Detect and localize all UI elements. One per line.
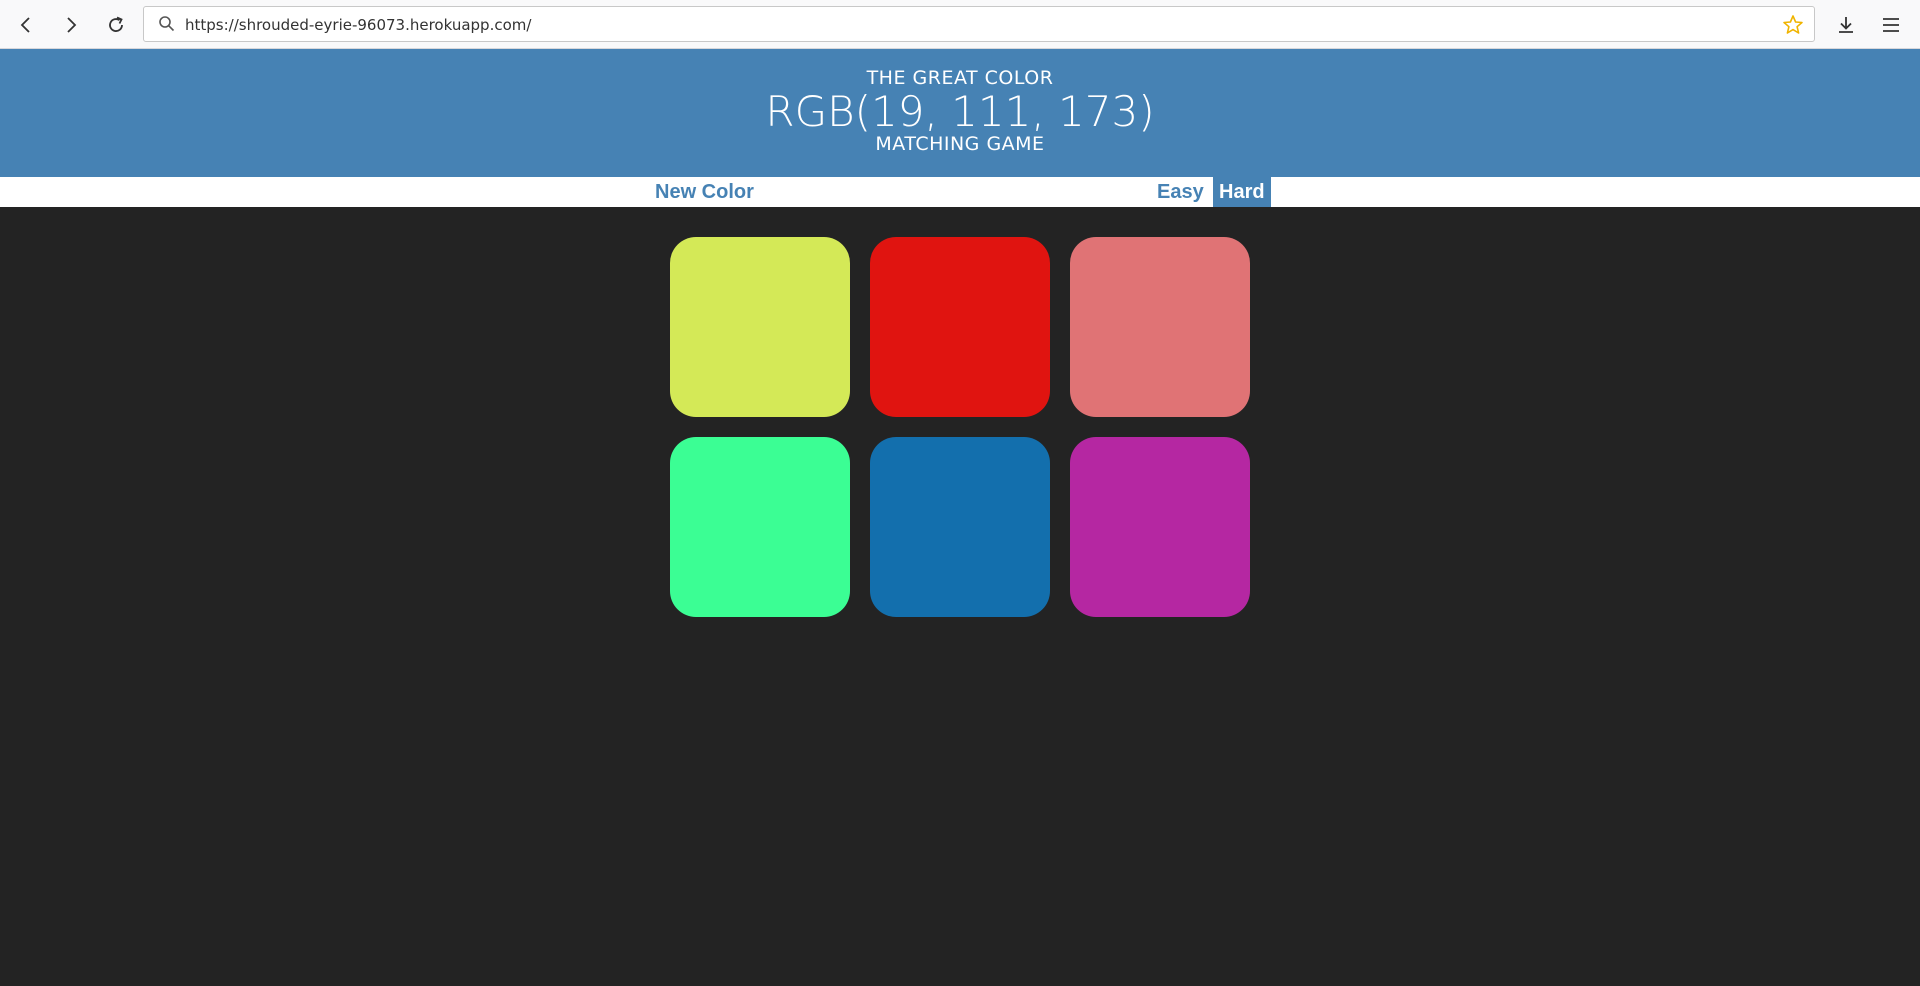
- back-button[interactable]: [11, 10, 41, 40]
- hamburger-menu-icon: [1883, 18, 1899, 32]
- hard-mode-button[interactable]: Hard: [1213, 177, 1271, 207]
- browser-toolbar: https://shrouded-eyrie-96073.herokuapp.c…: [0, 0, 1920, 49]
- control-stripe: New Color Easy Hard: [0, 177, 1920, 207]
- forward-arrow-icon: [67, 17, 77, 33]
- color-square[interactable]: [1070, 437, 1250, 617]
- reload-icon: [109, 16, 123, 32]
- url-text: https://shrouded-eyrie-96073.herokuapp.c…: [185, 16, 532, 34]
- header-title-top: THE GREAT COLOR: [866, 67, 1054, 89]
- download-icon: [1839, 17, 1853, 33]
- color-square[interactable]: [670, 437, 850, 617]
- menu-button[interactable]: [1876, 10, 1906, 40]
- search-icon: [159, 16, 175, 32]
- color-square[interactable]: [870, 237, 1050, 417]
- easy-mode-button[interactable]: Easy: [1151, 177, 1210, 207]
- rgb-display: RGB(19, 111, 173): [765, 87, 1155, 136]
- color-square[interactable]: [1070, 237, 1250, 417]
- reload-button[interactable]: [101, 10, 131, 40]
- bookmark-star-icon[interactable]: [1782, 14, 1804, 36]
- forward-button[interactable]: [56, 10, 86, 40]
- color-square[interactable]: [870, 437, 1050, 617]
- color-square[interactable]: [670, 237, 850, 417]
- back-arrow-icon: [20, 17, 30, 33]
- address-bar[interactable]: https://shrouded-eyrie-96073.herokuapp.c…: [143, 6, 1815, 42]
- header-title-bottom: MATCHING GAME: [875, 133, 1045, 155]
- new-color-button[interactable]: New Color: [649, 177, 760, 207]
- game-header: THE GREAT COLOR RGB(19, 111, 173) MATCHI…: [0, 49, 1920, 177]
- downloads-button[interactable]: [1831, 10, 1861, 40]
